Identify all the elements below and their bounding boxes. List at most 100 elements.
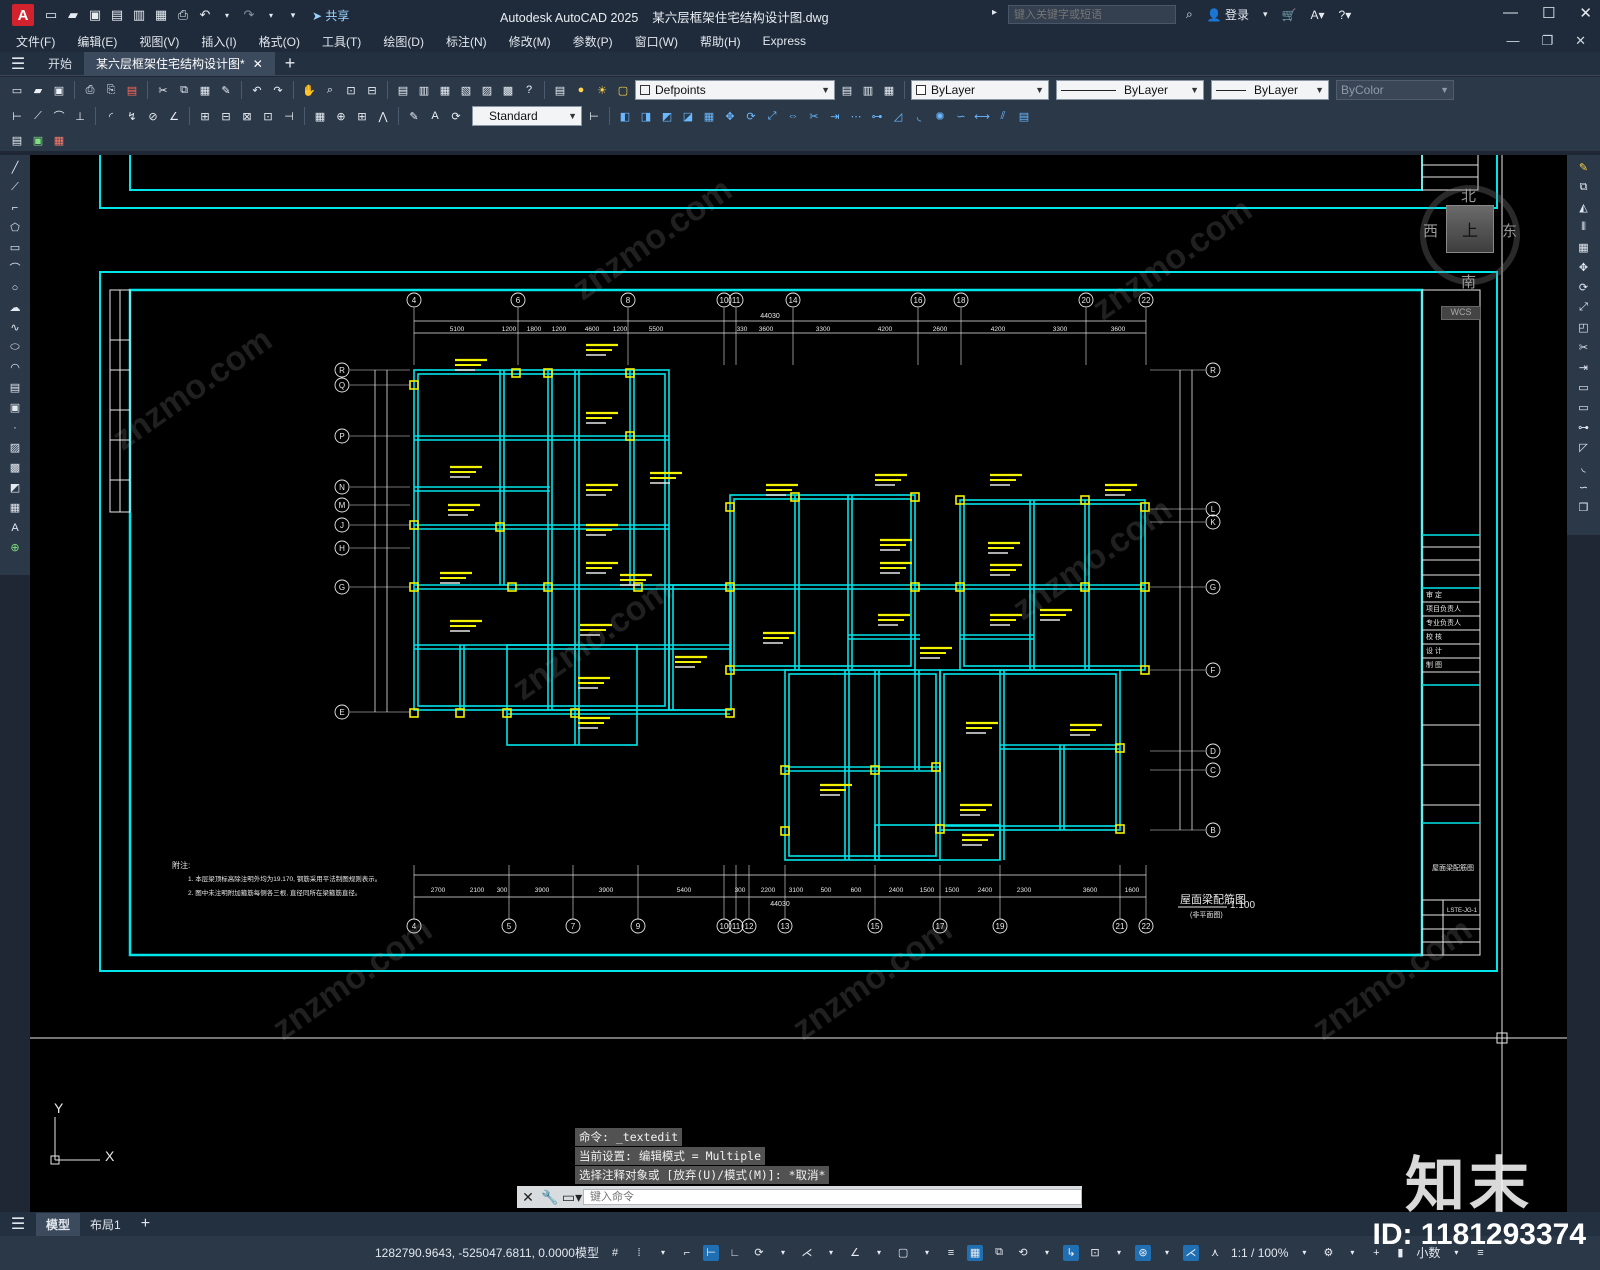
redo-icon[interactable]: ↷ — [269, 81, 287, 99]
layer-thaw-icon[interactable]: ☀ — [593, 81, 611, 99]
fillet-icon[interactable]: ◟ — [1576, 459, 1592, 476]
insert-block-icon[interactable]: ▤ — [8, 131, 26, 149]
cut-icon[interactable]: ✂ — [154, 81, 172, 99]
zoom-window-icon[interactable]: ⊡ — [342, 81, 360, 99]
layout-menu-icon[interactable]: ☰ — [0, 1214, 36, 1234]
menu-hamburger-icon[interactable]: ☰ — [0, 54, 36, 74]
join-icon[interactable]: ⊶ — [868, 107, 886, 125]
jogged-linear-icon[interactable]: ⋀ — [374, 107, 392, 125]
close-icon[interactable]: ✕ — [1579, 4, 1592, 22]
open-web-icon[interactable]: ▦ — [152, 6, 170, 24]
selection-filter-dropdown-icon[interactable]: ▾ — [1111, 1245, 1127, 1261]
move-icon[interactable]: ✥ — [721, 107, 739, 125]
explode-icon[interactable]: ✺ — [931, 107, 949, 125]
transparency-icon[interactable]: ▦ — [967, 1244, 984, 1261]
infer-constraints-icon[interactable]: ⌐ — [679, 1245, 695, 1261]
menu-file[interactable]: 文件(F) — [16, 33, 55, 50]
fillet-icon[interactable]: ◟ — [910, 107, 928, 125]
new-layout-icon[interactable]: + — [131, 1212, 160, 1236]
tab-document[interactable]: 某六层框架住宅结构设计图* ✕ — [84, 51, 275, 76]
save-icon[interactable]: ▣ — [50, 81, 68, 99]
menu-view[interactable]: 视图(V) — [139, 33, 179, 50]
pan-icon[interactable]: ✋ — [300, 81, 318, 99]
center-mark-icon[interactable]: ⊕ — [332, 107, 350, 125]
make-block-icon[interactable]: ▣ — [7, 399, 23, 416]
scale-icon[interactable]: ⤢ — [763, 107, 781, 125]
3d-osnap-dropdown-icon[interactable]: ▾ — [1039, 1245, 1055, 1261]
dynamic-ucs-icon[interactable]: ↳ — [1063, 1244, 1080, 1261]
trim-icon[interactable]: ✂ — [1576, 339, 1592, 356]
copy-icon[interactable]: ⧉ — [1576, 179, 1592, 196]
grid-icon[interactable]: # — [607, 1245, 623, 1261]
object-snap-tracking-icon[interactable]: ∠ — [847, 1245, 863, 1261]
add-selected-icon[interactable]: ⊕ — [7, 539, 23, 556]
help-icon[interactable]: ?▾ — [1339, 8, 1352, 22]
lineweight-icon[interactable]: ≡ — [943, 1245, 959, 1261]
dim-diameter-icon[interactable]: ⊘ — [144, 107, 162, 125]
table-icon[interactable]: ▦ — [7, 499, 23, 516]
compass-west[interactable]: 西 — [1423, 220, 1438, 241]
break-icon[interactable]: ▭ — [1576, 399, 1592, 416]
command-customize-icon[interactable]: 🔧 — [539, 1189, 561, 1206]
tool-palettes-icon[interactable]: ▦ — [436, 81, 454, 99]
menu-help[interactable]: 帮助(H) — [700, 33, 741, 50]
extend-icon[interactable]: ⇥ — [1576, 359, 1592, 376]
model-space-toggle[interactable]: 模型 — [575, 1244, 599, 1261]
zoom-realtime-icon[interactable]: ⌕ — [321, 81, 339, 99]
workspace-gear-icon[interactable]: ⚙ — [1320, 1245, 1336, 1261]
isodraft-dropdown-icon[interactable]: ▾ — [823, 1245, 839, 1261]
construction-line-icon[interactable]: ⟋ — [7, 179, 23, 196]
move-icon[interactable]: ✥ — [1576, 259, 1592, 276]
viewcube-top-face[interactable]: 上 — [1446, 205, 1494, 253]
login-button[interactable]: 👤 登录 — [1207, 6, 1249, 23]
mirror-icon[interactable]: ◭ — [1576, 199, 1592, 216]
save-as-icon[interactable]: ▤ — [108, 6, 126, 24]
qnew-icon[interactable]: ▭ — [8, 81, 26, 99]
blend-icon[interactable]: ∽ — [952, 107, 970, 125]
line-icon[interactable]: ╱ — [7, 159, 23, 176]
share-button[interactable]: ➤ 共享 — [312, 7, 349, 24]
menu-express[interactable]: Express — [763, 34, 806, 48]
rectangle-icon[interactable]: ▭ — [7, 239, 23, 256]
offset-icon[interactable]: ◪ — [679, 107, 697, 125]
ortho-icon[interactable]: ∟ — [727, 1245, 743, 1261]
compass-north[interactable]: 北 — [1461, 185, 1476, 206]
tab-start[interactable]: 开始 — [36, 52, 84, 76]
menu-insert[interactable]: 插入(I) — [201, 33, 236, 50]
offset-icon[interactable]: ⫴ — [1576, 219, 1592, 236]
layer-dropdown[interactable]: Defpoints ▼ — [635, 80, 835, 100]
scale-icon[interactable]: ⤢ — [1576, 299, 1592, 316]
inspection-icon[interactable]: ⊞ — [353, 107, 371, 125]
copy-object-icon[interactable]: ◨ — [637, 107, 655, 125]
plot-icon[interactable]: ⎙ — [174, 6, 192, 24]
undo-icon[interactable]: ↶ — [196, 6, 214, 24]
plot-preview-icon[interactable]: ⎘ — [102, 81, 120, 99]
annotation-scale-dropdown-icon[interactable]: ▾ — [1296, 1245, 1312, 1261]
revision-cloud-icon[interactable]: ☁ — [7, 299, 23, 316]
web-mobile-icon[interactable]: ▥ — [130, 6, 148, 24]
doc-close-icon[interactable]: ✕ — [1575, 33, 1586, 49]
color-dropdown[interactable]: ByLayer ▼ — [911, 80, 1049, 100]
menu-dimension[interactable]: 标注(N) — [446, 33, 487, 50]
auto-scale-icon[interactable]: ⋏ — [1207, 1245, 1223, 1261]
gradient-icon[interactable]: ▩ — [7, 459, 23, 476]
dim-update-icon[interactable]: ⟳ — [447, 107, 465, 125]
array-icon[interactable]: ▦ — [1576, 239, 1592, 256]
blend-curves-icon[interactable]: ∽ — [1576, 479, 1592, 496]
extend-icon[interactable]: ⇥ — [826, 107, 844, 125]
polyline-icon[interactable]: ⌐ — [7, 199, 23, 216]
zoom-previous-icon[interactable]: ⊟ — [363, 81, 381, 99]
stretch-icon[interactable]: ◰ — [1576, 319, 1592, 336]
rotate-icon[interactable]: ⟳ — [1576, 279, 1592, 296]
dim-linear-icon[interactable]: ⊢ — [8, 107, 26, 125]
polygon-icon[interactable]: ⬠ — [7, 219, 23, 236]
arc-icon[interactable]: ⌒ — [7, 259, 23, 276]
3d-osnap-icon[interactable]: ⟲ — [1015, 1245, 1031, 1261]
dynamic-input-icon[interactable]: ⊢ — [703, 1244, 720, 1261]
compass-south[interactable]: 南 — [1461, 271, 1476, 292]
erase-icon[interactable]: ◧ — [616, 107, 634, 125]
layer-unlock-icon[interactable]: ▢ — [614, 81, 632, 99]
join-icon[interactable]: ⊶ — [1576, 419, 1592, 436]
circle-icon[interactable]: ○ — [7, 279, 23, 296]
snap-dropdown-icon[interactable]: ▾ — [655, 1245, 671, 1261]
